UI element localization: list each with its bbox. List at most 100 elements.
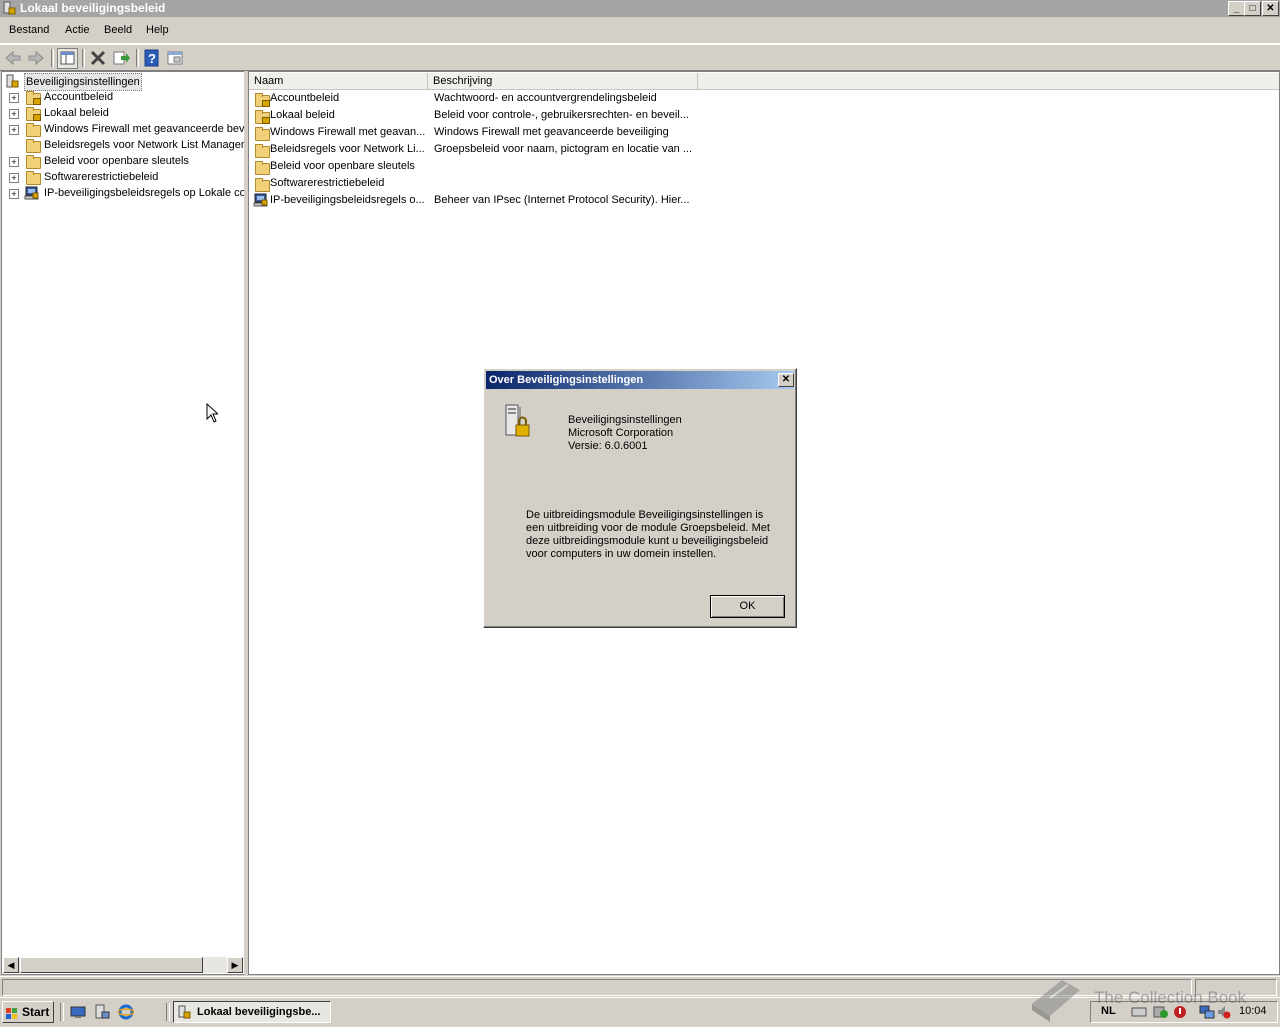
taskbar-window-button[interactable]: Lokaal beveiligingsbe...	[173, 1001, 331, 1023]
row-name: Lokaal beleid	[270, 109, 335, 121]
server-manager-icon[interactable]	[94, 1004, 110, 1020]
tree-item-lokaal-beleid[interactable]: + Lokaal beleid	[2, 105, 244, 121]
folder-icon	[26, 123, 41, 137]
list-row[interactable]: Beleid voor openbare sleutels	[249, 158, 699, 175]
folder-icon	[255, 178, 270, 192]
tree-item-accountbeleid[interactable]: + Accountbeleid	[2, 89, 244, 105]
show-hide-tree-icon[interactable]	[57, 48, 78, 69]
row-description: Wachtwoord- en accountvergrendelingsbele…	[434, 92, 657, 104]
tree-item-label: Beleidsregels voor Network List Manager	[44, 139, 245, 151]
properties-icon[interactable]	[165, 48, 185, 68]
row-name: Windows Firewall met geavan...	[270, 126, 426, 138]
row-name: Accountbeleid	[270, 92, 340, 104]
dialog-title: Over Beveiligingsinstellingen	[489, 374, 644, 386]
status-cell-main	[2, 979, 1192, 996]
scroll-thumb[interactable]	[20, 957, 203, 973]
ipsec-icon	[24, 186, 40, 201]
dialog-version: Versie: 6.0.6001	[568, 440, 648, 452]
dialog-description-line: De uitbreidingsmodule Beveiligingsinstel…	[526, 509, 764, 521]
menu-action[interactable]: Actie	[65, 24, 89, 36]
menu-help[interactable]: Help	[146, 24, 169, 36]
dialog-close-button[interactable]: ✕	[778, 373, 794, 387]
tree-item-softwarerestrictiebeleid[interactable]: + Softwarerestrictiebeleid	[2, 169, 244, 185]
tree-item-network-list-manager[interactable]: Beleidsregels voor Network List Manager	[2, 137, 244, 153]
row-description: Windows Firewall met geavanceerde beveil…	[434, 126, 669, 138]
menu-view[interactable]: Beeld	[104, 24, 132, 36]
tree-item-label: Accountbeleid	[44, 91, 114, 103]
lock-icon	[262, 100, 270, 107]
window-title-bar[interactable]: Lokaal beveiligingsbeleid _ □ ✕	[0, 0, 1280, 17]
tree-horizontal-scrollbar[interactable]: ◀ ▶	[3, 957, 243, 973]
expand-icon[interactable]: +	[9, 189, 19, 199]
expand-icon[interactable]: +	[9, 173, 19, 183]
folder-icon	[26, 171, 41, 185]
tree-item-openbare-sleutels[interactable]: + Beleid voor openbare sleutels	[2, 153, 244, 169]
tree-item-windows-firewall[interactable]: + Windows Firewall met geavanceerde bev	[2, 121, 244, 137]
security-settings-icon	[6, 74, 20, 88]
dialog-company: Microsoft Corporation	[568, 427, 674, 439]
dialog-product-name: Beveiligingsinstellingen	[568, 414, 682, 426]
list-row[interactable]: Lokaal beleid Beleid voor controle-, geb…	[249, 107, 699, 124]
toolbar-separator	[51, 49, 54, 67]
menu-bar: Bestand Actie Beeld Help	[0, 19, 1280, 44]
svg-text:?: ?	[148, 51, 156, 66]
tree-pane[interactable]: Beveiligingsinstellingen + Accountbeleid…	[1, 71, 245, 975]
row-description: Groepsbeleid voor naam, pictogram en loc…	[434, 143, 693, 155]
folder-icon	[26, 155, 41, 169]
dialog-description-line: een uitbreiding voor de module Groepsbel…	[526, 522, 770, 534]
list-row[interactable]: IP-beveiligingsbeleidsregels o... Beheer…	[249, 192, 699, 209]
lock-icon	[262, 117, 270, 124]
security-settings-large-icon	[502, 403, 534, 439]
list-row[interactable]: Beleidsregels voor Network Li... Groepsb…	[249, 141, 699, 158]
toolbar: ?	[0, 44, 1280, 71]
ok-button[interactable]: OK	[710, 595, 785, 618]
taskbar-window-label: Lokaal beveiligingsbe...	[197, 1006, 321, 1018]
minimize-button[interactable]: _	[1228, 1, 1245, 16]
row-name: Beleidsregels voor Network Li...	[270, 143, 425, 155]
expand-icon[interactable]: +	[9, 157, 19, 167]
mouse-cursor-icon	[206, 402, 220, 423]
help-icon[interactable]: ?	[142, 48, 162, 68]
watermark-text: The Collection Book	[1094, 988, 1247, 1007]
folder-icon	[255, 127, 270, 141]
tree-item-ip-beveiliging[interactable]: + IP-beveiligingsbeleidsregels op Lokale…	[2, 185, 244, 201]
toolbar-separator	[82, 49, 85, 67]
row-description: Beleid voor controle-, gebruikersrechten…	[434, 109, 689, 121]
scroll-left-button[interactable]: ◀	[3, 957, 19, 973]
taskbar-separator	[166, 1003, 170, 1021]
column-header-naam[interactable]: Naam	[249, 73, 428, 90]
show-desktop-icon[interactable]	[70, 1004, 86, 1020]
forward-icon[interactable]	[26, 48, 46, 68]
expand-icon[interactable]: +	[9, 125, 19, 135]
about-dialog: Over Beveiligingsinstellingen ✕ Beveilig…	[483, 368, 797, 628]
list-row[interactable]: Windows Firewall met geavan... Windows F…	[249, 124, 699, 141]
list-row[interactable]: Accountbeleid Wachtwoord- en accountverg…	[249, 90, 699, 107]
column-header-beschrijving[interactable]: Beschrijving	[428, 73, 698, 90]
menu-file[interactable]: Bestand	[9, 24, 49, 36]
start-label: Start	[22, 1005, 50, 1019]
book-logo-icon	[1028, 976, 1084, 1022]
taskbar-separator	[60, 1003, 64, 1021]
column-header-empty	[698, 73, 1279, 90]
row-name: IP-beveiligingsbeleidsregels o...	[270, 194, 425, 206]
dialog-title-bar[interactable]: Over Beveiligingsinstellingen ✕	[486, 371, 794, 389]
scroll-right-button[interactable]: ▶	[227, 957, 243, 973]
close-window-button[interactable]: ✕	[1262, 1, 1279, 16]
windows-logo-icon	[6, 1006, 18, 1019]
delete-icon[interactable]	[88, 48, 108, 68]
lock-icon	[33, 98, 41, 105]
start-button[interactable]: Start	[2, 1001, 54, 1023]
row-name: Softwarerestrictiebeleid	[270, 177, 385, 189]
export-list-icon[interactable]	[111, 48, 131, 68]
window-title: Lokaal beveiligingsbeleid	[20, 1, 166, 15]
row-name: Beleid voor openbare sleutels	[270, 160, 415, 172]
tree-item-label: Beleid voor openbare sleutels	[44, 155, 189, 167]
tree-item-label: IP-beveiligingsbeleidsregels op Lokale c…	[44, 187, 245, 199]
internet-explorer-icon[interactable]	[117, 1004, 135, 1020]
back-icon[interactable]	[3, 48, 23, 68]
dialog-description-line: deze uitbreidingsmodule kunt u beveiligi…	[526, 535, 769, 547]
expand-icon[interactable]: +	[9, 93, 19, 103]
expand-icon[interactable]: +	[9, 109, 19, 119]
list-row[interactable]: Softwarerestrictiebeleid	[249, 175, 699, 192]
restore-button[interactable]: □	[1244, 1, 1261, 16]
